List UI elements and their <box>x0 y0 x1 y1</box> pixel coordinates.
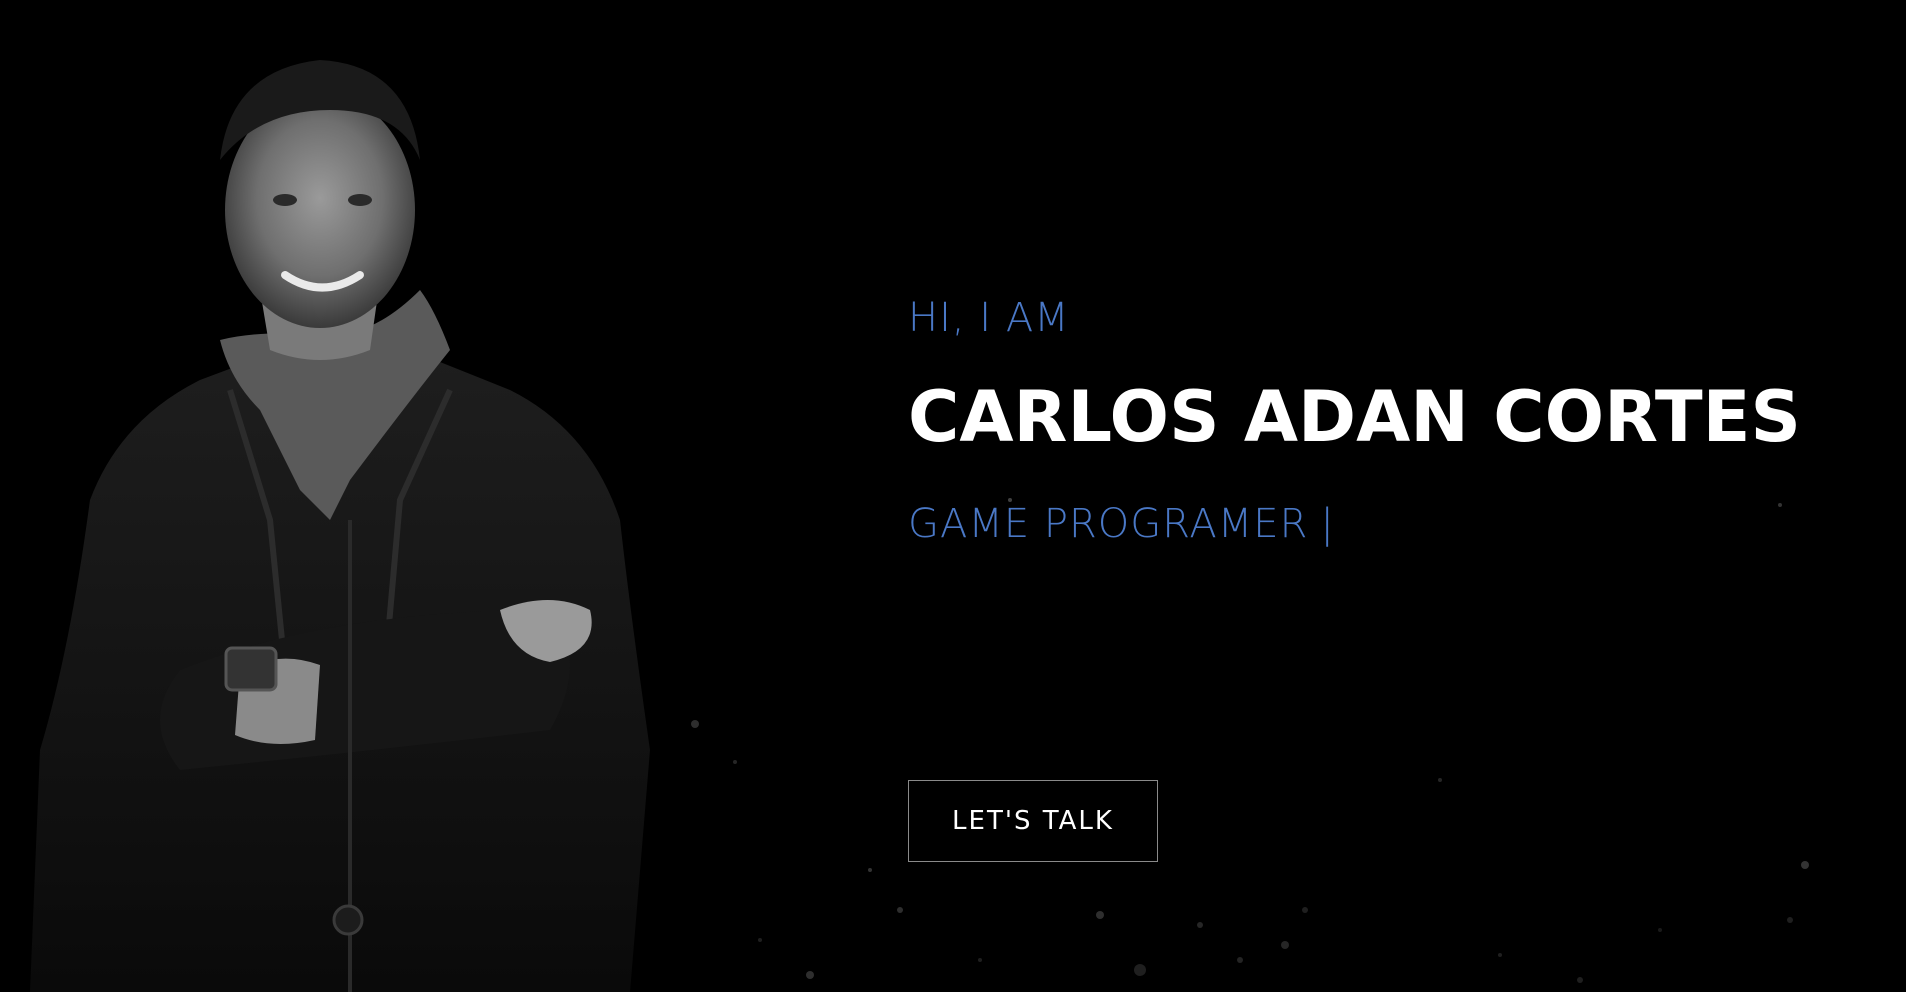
hero-section: HI, I AM CARLOS ADAN CORTES GAME PROGRAM… <box>0 0 1906 992</box>
role-text: GAME PROGRAMER <box>908 501 1309 547</box>
lets-talk-button[interactable]: LET'S TALK <box>908 780 1158 862</box>
greeting-text: HI, I AM <box>908 295 1070 341</box>
role-line: GAME PROGRAMER | <box>908 496 1888 552</box>
intro-block: HI, I AM CARLOS ADAN CORTES GAME PROGRAM… <box>908 290 1888 552</box>
typing-cursor: | <box>1320 501 1335 547</box>
profile-photo <box>30 60 650 992</box>
name-heading: CARLOS ADAN CORTES <box>908 376 1801 458</box>
